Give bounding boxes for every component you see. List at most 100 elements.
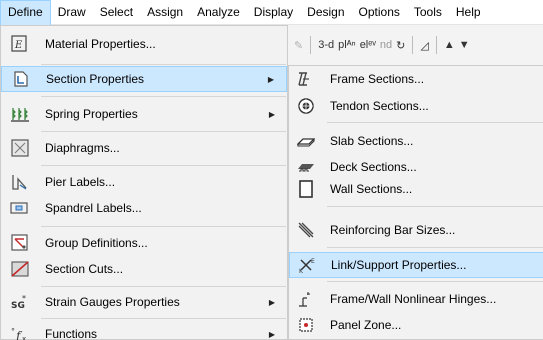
frame-section-icon [294, 69, 318, 89]
toolbar-separator [412, 36, 414, 54]
submenu-item-label: Frame Sections... [330, 72, 425, 86]
submenu-item-wall-sections[interactable]: Wall Sections... [289, 176, 543, 202]
define-menu: E Material Properties... Section Propert… [0, 25, 288, 340]
svg-text:x: x [22, 335, 26, 340]
menu-display[interactable]: Display [247, 0, 300, 25]
submenu-item-label: Panel Zone... [330, 318, 402, 332]
wall-icon [294, 179, 318, 199]
submenu-item-label: Wall Sections... [330, 182, 413, 196]
menu-separator [41, 165, 286, 166]
submenu-arrow-icon: ▶ [268, 109, 275, 119]
svg-text:°: ° [11, 327, 15, 336]
submenu-item-panel-zone[interactable]: Panel Zone... [289, 312, 543, 338]
menu-separator [41, 131, 286, 132]
submenu-item-frame-wall-nonlinear-hinges[interactable]: Frame/Wall Nonlinear Hinges... [289, 286, 543, 312]
group-icon [8, 233, 32, 253]
submenu-item-tendon-sections[interactable]: Tendon Sections... [289, 93, 543, 119]
menu-item-material-properties[interactable]: E Material Properties... [1, 31, 287, 57]
svg-text:K: K [299, 268, 304, 274]
move-down-icon[interactable]: ▼ [459, 39, 470, 51]
functions-icon: ° f x [8, 324, 32, 340]
menu-item-label: Diaphragms... [45, 141, 120, 155]
section-properties-submenu: Frame Sections... Tendon Sections... Sla… [288, 65, 543, 340]
menu-item-label: Material Properties... [45, 37, 156, 51]
menu-assign[interactable]: Assign [140, 0, 190, 25]
tendon-icon [294, 96, 318, 116]
spandrel-icon [8, 198, 32, 218]
menu-separator [41, 318, 286, 319]
menu-separator [41, 64, 286, 65]
strain-gauge-icon: SG * [8, 292, 32, 312]
deck-icon [294, 157, 318, 177]
menu-item-label: Spandrel Labels... [45, 201, 142, 215]
menu-separator [327, 206, 543, 207]
menu-item-diaphragms[interactable]: Diaphragms... [1, 135, 287, 161]
toolbar: ✎ 3-d plᴬⁿ elᵉᵛ nd ↻ ◿ ▲ ▼ [288, 25, 543, 65]
toolbar-separator [435, 36, 437, 54]
submenu-item-slab-sections[interactable]: Slab Sections... [289, 128, 543, 154]
svg-text:*: * [22, 294, 26, 303]
svg-text:E: E [311, 258, 315, 265]
elevation-view-button[interactable]: elᵉᵛ [360, 39, 376, 51]
menu-select[interactable]: Select [93, 0, 140, 25]
diaphragm-icon [8, 138, 32, 158]
menu-design[interactable]: Design [300, 0, 351, 25]
menu-item-functions[interactable]: ° f x Functions ▶ [1, 321, 287, 340]
view-3d-button[interactable]: 3-d [318, 39, 334, 51]
menu-item-section-cuts[interactable]: Section Cuts... [1, 256, 287, 282]
spring-icon [8, 104, 32, 124]
menu-options[interactable]: Options [352, 0, 407, 25]
material-icon: E [8, 34, 32, 54]
submenu-item-frame-sections[interactable]: Frame Sections... [289, 66, 543, 92]
plan-view-button[interactable]: plᴬⁿ [338, 39, 356, 51]
section-properties-icon [9, 69, 33, 89]
menu-separator [41, 286, 286, 287]
menu-item-label: Group Definitions... [45, 236, 148, 250]
menu-item-label: Pier Labels... [45, 175, 116, 189]
submenu-arrow-icon: ▶ [268, 329, 275, 339]
toolbar-separator [310, 36, 312, 54]
pencil-icon[interactable]: ✎ [294, 39, 303, 52]
panel-zone-icon [294, 315, 318, 335]
menu-draw[interactable]: Draw [51, 0, 93, 25]
menu-separator [41, 96, 286, 97]
menu-tools[interactable]: Tools [407, 0, 449, 25]
submenu-arrow-icon: ▶ [267, 74, 274, 84]
menu-item-spandrel-labels[interactable]: Spandrel Labels... [1, 195, 287, 221]
menu-item-label: Strain Gauges Properties [45, 295, 180, 309]
menu-item-pier-labels[interactable]: Pier Labels... [1, 169, 287, 195]
menu-item-section-properties[interactable]: Section Properties ▶ [1, 66, 287, 92]
menu-separator [41, 226, 286, 227]
slab-icon [294, 131, 318, 151]
menu-item-label: Spring Properties [45, 107, 138, 121]
rebar-icon [294, 220, 318, 240]
menu-help[interactable]: Help [449, 0, 488, 25]
menu-analyze[interactable]: Analyze [190, 0, 247, 25]
submenu-item-reinforcing-bar-sizes[interactable]: Reinforcing Bar Sizes... [289, 217, 543, 243]
submenu-item-link-support-properties[interactable]: EK Link/Support Properties... [289, 252, 543, 278]
menu-define[interactable]: Define [0, 0, 51, 25]
menu-item-label: Functions [45, 327, 98, 340]
section-cut-icon [8, 259, 32, 279]
submenu-item-label: Frame/Wall Nonlinear Hinges... [330, 292, 497, 306]
link-support-icon: EK [295, 255, 319, 275]
hinge-icon [294, 289, 318, 309]
menu-item-group-definitions[interactable]: Group Definitions... [1, 230, 287, 256]
submenu-item-label: Tendon Sections... [330, 99, 429, 113]
perspective-icon[interactable]: ◿ [420, 39, 428, 52]
move-up-icon[interactable]: ▲ [444, 39, 455, 51]
nd-view-button[interactable]: nd [380, 39, 392, 51]
pier-icon [8, 172, 32, 192]
menu-item-strain-gauges[interactable]: SG * Strain Gauges Properties ▶ [1, 289, 287, 315]
rotate-icon[interactable]: ↻ [396, 39, 405, 52]
submenu-item-label: Slab Sections... [330, 134, 414, 148]
menu-separator [327, 281, 543, 282]
submenu-arrow-icon: ▶ [268, 297, 275, 307]
menu-separator [327, 247, 543, 248]
menu-item-spring-properties[interactable]: Spring Properties ▶ [1, 101, 287, 127]
submenu-item-label: Reinforcing Bar Sizes... [330, 223, 456, 237]
submenu-item-label: Deck Sections... [330, 160, 417, 174]
menu-bar: Define Draw Select Assign Analyze Displa… [0, 0, 543, 25]
menu-item-label: Section Properties [46, 72, 145, 86]
menu-separator [327, 122, 543, 123]
